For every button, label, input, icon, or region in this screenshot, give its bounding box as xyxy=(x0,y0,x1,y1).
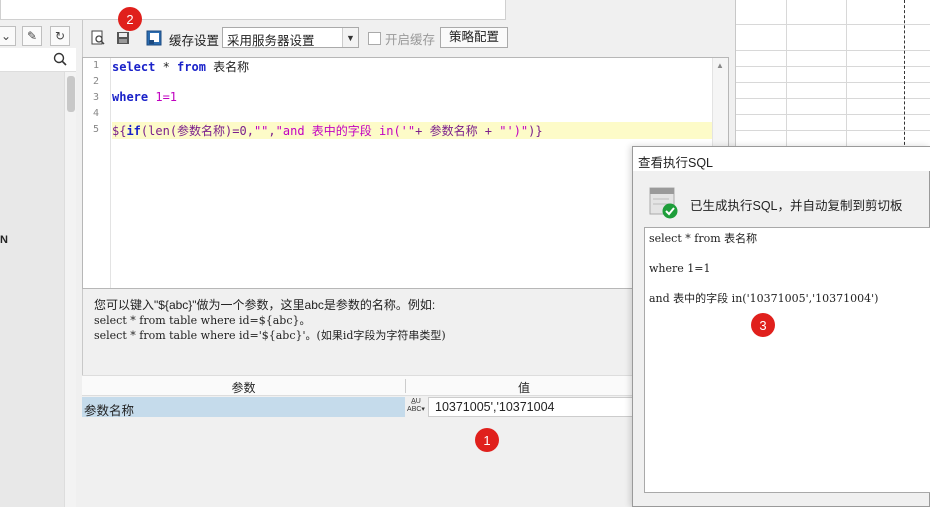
executed-sql-text[interactable]: select * from 表名称 where 1=1 and 表中的字段 in… xyxy=(644,227,930,493)
cache-settings-icon[interactable] xyxy=(144,28,164,48)
annotation-badge-3: 3 xyxy=(751,313,775,337)
preview-icon[interactable] xyxy=(88,28,108,48)
column-header-value: 值 xyxy=(517,381,530,395)
parameter-name-cell[interactable]: 参数名称 xyxy=(82,397,405,418)
chevron-down-icon[interactable]: ▼ xyxy=(342,28,358,47)
save-icon[interactable] xyxy=(113,28,133,48)
chevron-down-icon[interactable]: ⌄ xyxy=(0,26,16,46)
search-icon[interactable] xyxy=(53,52,67,66)
annotation-badge-2: 2 xyxy=(118,7,142,31)
status-message: 已生成执行SQL，并自动复制到剪切板 xyxy=(690,199,903,213)
database-check-icon xyxy=(649,187,678,219)
help-example-line: select * from table where id='${abc}'。(如… xyxy=(94,329,446,342)
dialog-title: 查看执行SQL xyxy=(633,147,930,171)
line-number: 5 xyxy=(92,124,99,135)
parameter-help-text: 您可以键入"${abc}"做为一个参数，这里abc是参数的名称。例如: sele… xyxy=(94,298,446,343)
line-number: 2 xyxy=(92,76,99,87)
text-type-icon[interactable]: A̲U ABC▾ xyxy=(405,398,427,416)
editor-toolbar: 缓存设置 采用服务器设置 ▼ 开启缓存 策略配置 xyxy=(82,24,735,52)
top-input-field[interactable] xyxy=(0,0,506,20)
parameter-value-input[interactable]: 10371005','10371004 xyxy=(428,397,642,417)
strategy-config-button[interactable]: 策略配置 xyxy=(440,27,508,48)
help-example-line: select * from table where id=${abc}。 xyxy=(94,314,311,327)
tree-item-label: N xyxy=(0,234,8,246)
view-executed-sql-dialog: 查看执行SQL 已生成执行SQL，并自动复制到剪切板 select * from… xyxy=(632,146,930,507)
left-search-box[interactable] xyxy=(0,48,76,72)
cache-mode-value: 采用服务器设置 xyxy=(227,34,315,48)
line-number-gutter: 1 2 3 4 5 xyxy=(83,58,111,288)
table-row[interactable]: 参数名称 A̲U ABC▾ 10371005','10371004 xyxy=(82,397,642,418)
line-number: 1 xyxy=(92,60,99,71)
cache-settings-label: 缓存设置 xyxy=(169,34,220,48)
help-line: 您可以键入"${abc}"做为一个参数，这里abc是参数的名称。例如: xyxy=(94,298,436,312)
left-toolbar: ⌄ ✎ ↻ xyxy=(0,24,82,48)
line-number: 3 xyxy=(92,92,99,103)
table-header: 参数 值 xyxy=(82,376,642,396)
scroll-thumb[interactable] xyxy=(67,76,75,112)
page-break-line xyxy=(904,0,905,150)
refresh-icon[interactable]: ↻ xyxy=(50,26,70,46)
tree-scrollbar[interactable] xyxy=(64,72,76,507)
edit-icon[interactable]: ✎ xyxy=(22,26,42,46)
code-line-5: ${if(len(参数名称)=0,"","and 表中的字段 in('"+ 参数… xyxy=(112,124,543,138)
spreadsheet-background xyxy=(735,0,930,150)
enable-cache-checkbox[interactable]: 开启缓存 xyxy=(368,29,435,48)
checkbox-box[interactable] xyxy=(368,32,381,45)
code-line-3: where 1=1 xyxy=(112,90,178,104)
scroll-up-icon[interactable]: ▲ xyxy=(716,61,724,70)
code-line-1: select * from 表名称 xyxy=(112,60,250,74)
parameter-table: 参数 值 参数名称 A̲U ABC▾ 10371005','10371004 xyxy=(82,375,642,507)
dataset-tree[interactable] xyxy=(0,72,64,507)
line-number: 4 xyxy=(92,108,99,119)
cache-mode-select[interactable]: 采用服务器设置 ▼ xyxy=(222,27,359,48)
enable-cache-label: 开启缓存 xyxy=(385,33,436,47)
annotation-badge-1: 1 xyxy=(475,428,499,452)
column-header-name: 参数 xyxy=(231,381,256,395)
